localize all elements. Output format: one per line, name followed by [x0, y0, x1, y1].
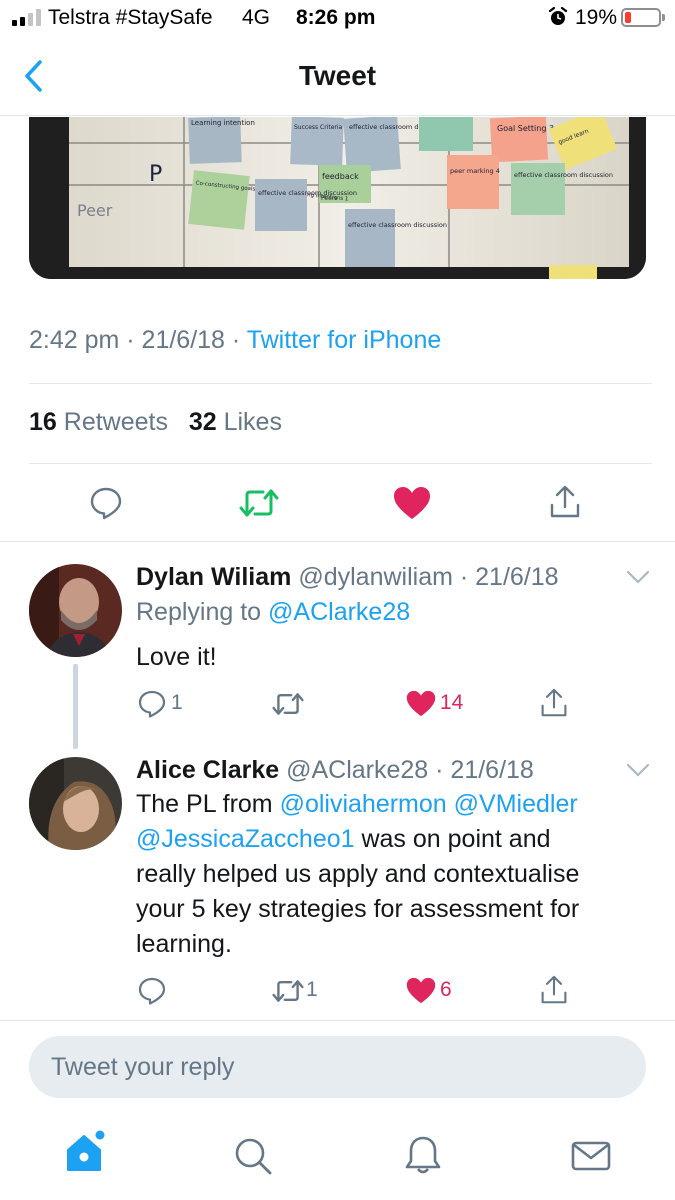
chevron-down-icon[interactable]: [626, 570, 650, 584]
reply-text: The PL from @oliviahermon @VMiedler @Jes…: [136, 790, 580, 958]
sticky-note-text: peer marking 4: [450, 167, 500, 175]
status-bar: Telstra #StaySafe 4G 8:26 pm 19%: [0, 0, 675, 36]
mention-link[interactable]: @VMiedler: [454, 790, 578, 818]
sticky-note-text: feedback: [322, 172, 359, 181]
reply-input[interactable]: [51, 1036, 631, 1098]
avatar[interactable]: [29, 564, 122, 657]
tweet-source-link[interactable]: Twitter for iPhone: [247, 326, 442, 354]
tweet-date: · 21/6/18: [435, 756, 534, 784]
sticky-note-text: effective classroom discussion: [348, 221, 447, 229]
mention-link[interactable]: @AClarke28: [268, 598, 410, 626]
tweet-date: 2:42 pm · 21/6/18 ·: [29, 326, 247, 354]
divider: [29, 463, 652, 464]
replying-to: Replying to @AClarke28: [136, 598, 411, 626]
divider: [0, 541, 675, 542]
reply-count: 1: [171, 691, 183, 714]
divider: [0, 1020, 675, 1021]
thread-connector-line: [73, 664, 78, 749]
likes-count-link[interactable]: 32 Likes: [189, 408, 282, 436]
search-icon[interactable]: [233, 1136, 273, 1176]
divider: [29, 383, 652, 384]
like-count: 14: [440, 691, 464, 714]
author-handle[interactable]: @AClarke28: [286, 756, 428, 784]
page-title: Tweet: [298, 60, 377, 91]
author-name[interactable]: Dylan Wiliam: [136, 563, 291, 591]
like-heart-icon[interactable]: [393, 486, 431, 520]
carrier-name: Telstra #StaySafe: [48, 6, 213, 29]
reply-header: Alice Clarke @AClarke28 · 21/6/18: [136, 756, 534, 785]
share-icon[interactable]: [540, 688, 568, 718]
tweet-date: · 21/6/18: [459, 563, 559, 591]
avatar[interactable]: [29, 757, 122, 850]
reply-icon[interactable]: [89, 486, 123, 520]
like-count: 6: [440, 978, 452, 1001]
retweet-icon[interactable]: [238, 488, 280, 518]
reply-composer[interactable]: [29, 1036, 646, 1098]
signal-icon: [12, 9, 41, 26]
reply-icon[interactable]: [137, 976, 167, 1006]
reply-text: Love it!: [136, 643, 217, 671]
clock: 8:26 pm: [296, 6, 376, 29]
author-name[interactable]: Alice Clarke: [136, 756, 279, 784]
tweet-media-image[interactable]: Peer P Learning intention Success Criter…: [29, 117, 646, 279]
sticky-note-text: effective classroom discussion: [258, 189, 357, 197]
tweet-timestamp: 2:42 pm · 21/6/18 · Twitter for iPhone: [29, 326, 441, 355]
retweet-icon[interactable]: [271, 979, 305, 1003]
nav-bar: Tweet: [0, 36, 675, 116]
network-type: 4G: [242, 6, 271, 29]
home-icon[interactable]: [64, 1130, 108, 1174]
sticky-note-text: Goal Setting 3: [497, 124, 554, 133]
battery-icon: [621, 8, 665, 27]
sticky-note-text: effective classroom discussion: [514, 171, 613, 179]
retweets-count-link[interactable]: 16 Retweets: [29, 408, 168, 436]
chevron-down-icon[interactable]: [626, 763, 650, 777]
sticky-note-text: Learning intention: [191, 119, 255, 127]
mention-link[interactable]: @JessicaZaccheo1: [136, 825, 355, 853]
retweet-count: 1: [306, 978, 318, 1001]
share-icon[interactable]: [540, 975, 568, 1005]
whiteboard-row-label: Peer: [77, 201, 113, 220]
like-heart-icon[interactable]: [406, 690, 436, 717]
retweet-icon[interactable]: [271, 692, 305, 716]
author-handle[interactable]: @dylanwiliam: [298, 563, 453, 591]
notifications-icon[interactable]: [403, 1134, 443, 1176]
reply-header: Dylan Wiliam @dylanwiliam · 21/6/18: [136, 563, 559, 592]
alarm-icon: [548, 7, 568, 25]
share-icon[interactable]: [549, 485, 581, 519]
reply-icon[interactable]: [137, 689, 167, 719]
messages-icon[interactable]: [571, 1140, 611, 1172]
mention-link[interactable]: @oliviahermon: [280, 790, 447, 818]
engagement-counts: 16 Retweets 32 Likes: [29, 408, 282, 437]
battery-percent: 19%: [575, 6, 618, 29]
whiteboard-letter: P: [149, 162, 162, 187]
like-heart-icon[interactable]: [406, 977, 436, 1004]
